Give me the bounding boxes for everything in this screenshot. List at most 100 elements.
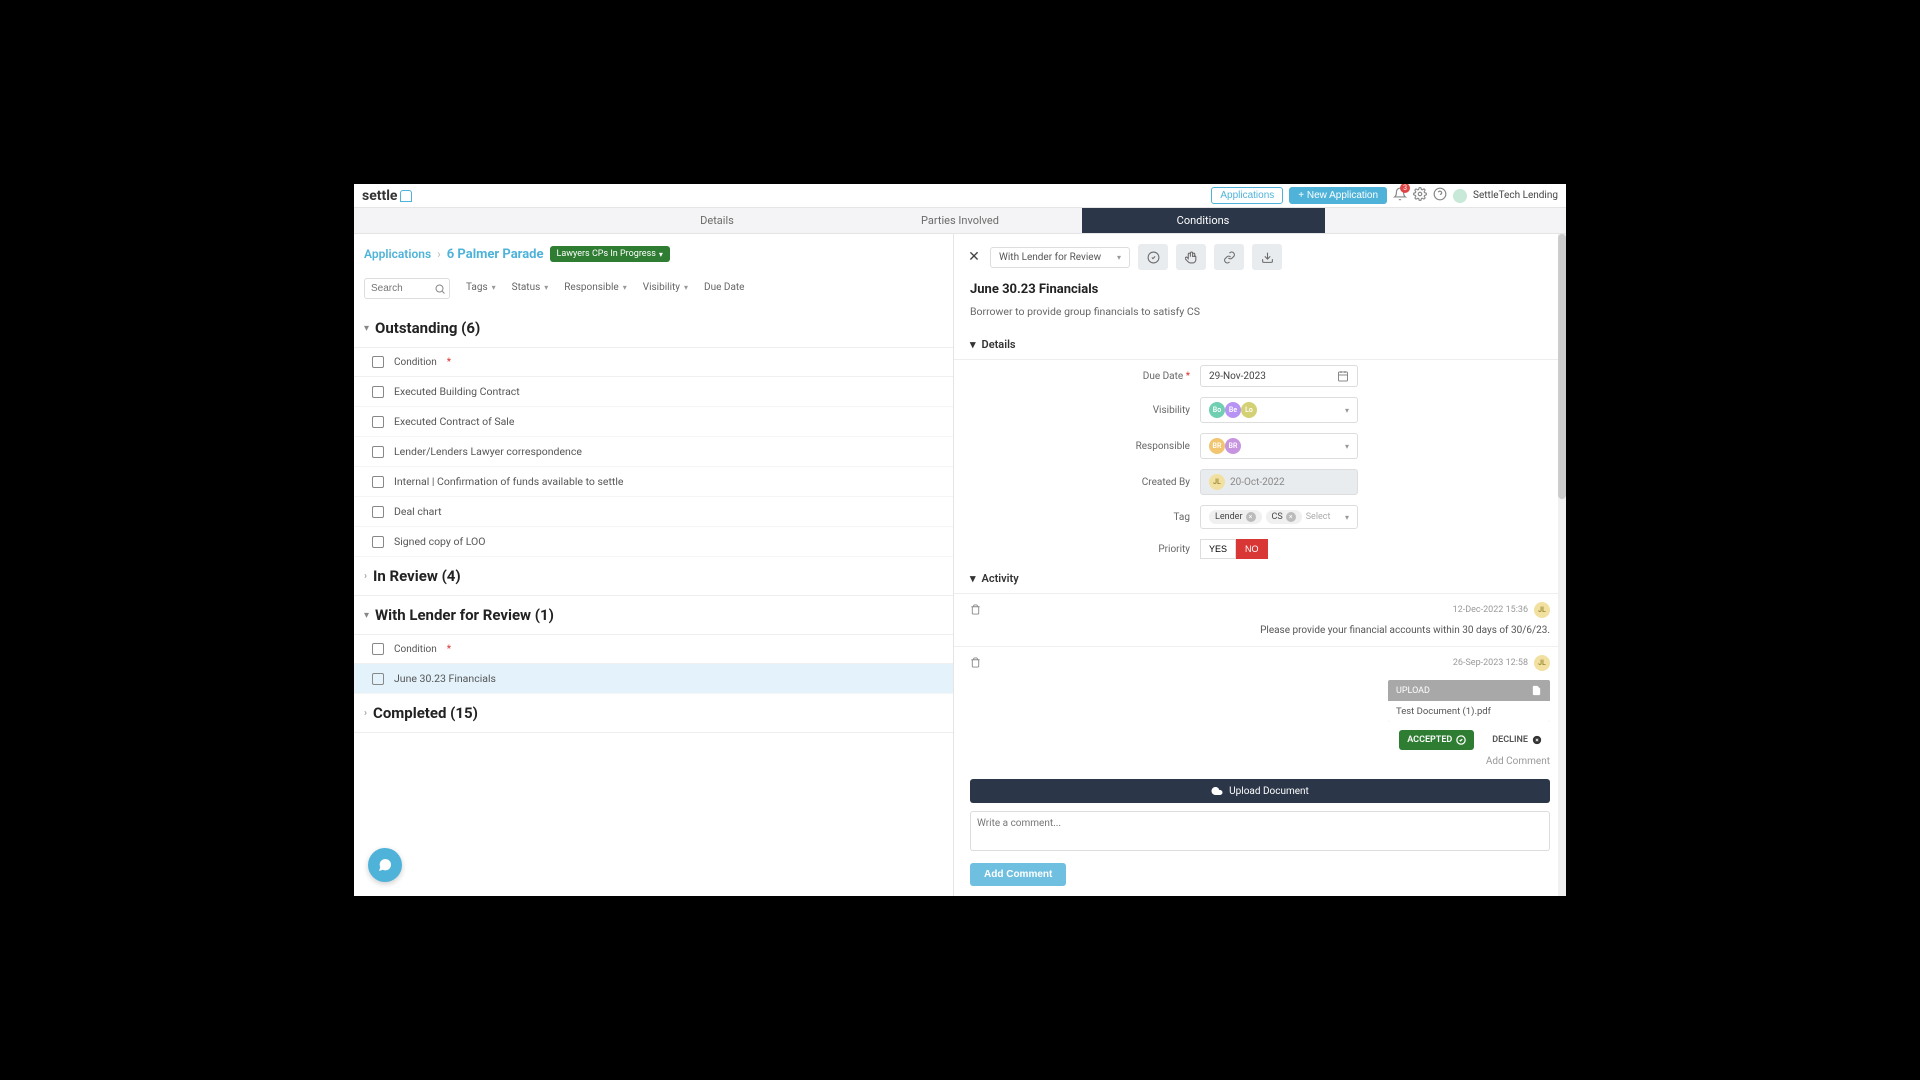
filter-row: Tags▾ Status▾ Responsible▾ Visibility▾ D… bbox=[354, 270, 953, 309]
scrollbar[interactable] bbox=[1558, 234, 1566, 896]
panel-title: Details bbox=[982, 338, 1016, 351]
chevron-down-icon: ▾ bbox=[492, 283, 496, 292]
condition-header: Condition* bbox=[354, 635, 953, 664]
help-button[interactable] bbox=[1433, 186, 1447, 205]
condition-name: Executed Building Contract bbox=[394, 385, 520, 398]
activity-panel-header[interactable]: ▾ Activity bbox=[954, 564, 1566, 594]
avatar-chip: Be bbox=[1225, 402, 1241, 418]
decline-button[interactable]: DECLINE bbox=[1484, 730, 1550, 750]
condition-row[interactable]: Internal | Confirmation of funds availab… bbox=[354, 467, 953, 497]
column-header: Condition bbox=[394, 357, 437, 368]
approve-button[interactable] bbox=[1138, 244, 1168, 270]
section-title: Completed (15) bbox=[373, 704, 478, 722]
section-title: Outstanding (6) bbox=[375, 319, 480, 337]
uploaded-file-name[interactable]: Test Document (1).pdf bbox=[1388, 701, 1550, 722]
priority-no-button[interactable]: NO bbox=[1236, 539, 1268, 559]
chevron-right-icon: › bbox=[364, 708, 367, 719]
tabs: Details Parties Involved Conditions bbox=[354, 208, 1566, 234]
upload-document-button[interactable]: Upload Document bbox=[970, 779, 1550, 803]
section-in-review[interactable]: › In Review (4) bbox=[354, 557, 953, 596]
condition-row[interactable]: Executed Contract of Sale bbox=[354, 407, 953, 437]
condition-status-dropdown[interactable]: With Lender for Review ▾ bbox=[990, 247, 1130, 268]
condition-row[interactable]: Executed Building Contract bbox=[354, 377, 953, 407]
org-name[interactable]: SettleTech Lending bbox=[1473, 190, 1558, 201]
section-completed[interactable]: › Completed (15) bbox=[354, 694, 953, 733]
checkbox[interactable] bbox=[372, 386, 384, 398]
filter-status[interactable]: Status▾ bbox=[512, 282, 549, 293]
panel-title: Activity bbox=[982, 572, 1019, 585]
select-all-checkbox[interactable] bbox=[372, 356, 384, 368]
applications-button[interactable]: Applications bbox=[1211, 187, 1283, 204]
details-panel-header[interactable]: ▾ Details bbox=[954, 330, 1566, 360]
remove-tag-icon[interactable]: × bbox=[1246, 512, 1256, 522]
breadcrumb-root[interactable]: Applications bbox=[364, 247, 431, 261]
right-toolbar: ✕ With Lender for Review ▾ bbox=[954, 234, 1566, 278]
upload-label: UPLOAD bbox=[1396, 686, 1430, 696]
tag-select[interactable]: Lender× CS× Select ▾ bbox=[1200, 505, 1358, 529]
tab-details[interactable]: Details bbox=[596, 208, 839, 233]
chevron-down-icon: ▾ bbox=[970, 572, 976, 585]
filter-due-date[interactable]: Due Date bbox=[704, 282, 744, 293]
due-date-row: Due Date * 29-Nov-2023 bbox=[954, 360, 1566, 392]
responsible-select[interactable]: BR BR ▾ bbox=[1200, 433, 1358, 459]
chat-widget-button[interactable] bbox=[368, 848, 402, 882]
activity-item: 26-Sep-2023 12:58JL UPLOAD Test Document… bbox=[954, 647, 1566, 771]
avatar-chip: JL bbox=[1534, 655, 1550, 671]
condition-row[interactable]: June 30.23 Financials bbox=[354, 664, 953, 694]
close-button[interactable]: ✕ bbox=[966, 249, 982, 265]
field-label: Tag bbox=[970, 512, 1190, 523]
filter-responsible[interactable]: Responsible▾ bbox=[564, 282, 626, 293]
section-with-lender[interactable]: ▾ With Lender for Review (1) bbox=[354, 596, 953, 635]
field-label: Due Date bbox=[1143, 371, 1183, 382]
tab-conditions[interactable]: Conditions bbox=[1082, 208, 1325, 233]
checkbox[interactable] bbox=[372, 506, 384, 518]
condition-description: Borrower to provide group financials to … bbox=[954, 301, 1566, 330]
download-button[interactable] bbox=[1252, 244, 1282, 270]
reject-button[interactable] bbox=[1176, 244, 1206, 270]
checkbox[interactable] bbox=[372, 446, 384, 458]
chevron-down-icon: ▾ bbox=[1345, 406, 1349, 415]
breadcrumb-title[interactable]: 6 Palmer Parade bbox=[447, 247, 544, 262]
created-by-row: Created By JL 20-Oct-2022 bbox=[954, 464, 1566, 500]
settings-button[interactable] bbox=[1413, 186, 1427, 205]
checkbox[interactable] bbox=[372, 476, 384, 488]
checkbox[interactable] bbox=[372, 536, 384, 548]
copy-link-button[interactable] bbox=[1214, 244, 1244, 270]
scrollbar-thumb[interactable] bbox=[1558, 234, 1566, 499]
select-all-checkbox[interactable] bbox=[372, 643, 384, 655]
notifications-button[interactable]: 3 bbox=[1393, 186, 1407, 205]
section-title: In Review (4) bbox=[373, 567, 461, 585]
section-outstanding[interactable]: ▾ Outstanding (6) bbox=[354, 309, 953, 348]
new-application-button[interactable]: + New Application bbox=[1289, 187, 1387, 204]
accepted-button[interactable]: ACCEPTED bbox=[1399, 730, 1474, 750]
created-by-value: 20-Oct-2022 bbox=[1230, 477, 1285, 488]
checkbox[interactable] bbox=[372, 416, 384, 428]
visibility-select[interactable]: Bo Be Lo ▾ bbox=[1200, 397, 1358, 423]
delete-activity-button[interactable] bbox=[970, 653, 981, 672]
right-pane: ✕ With Lender for Review ▾ June 30.23 Fi… bbox=[954, 234, 1566, 896]
add-comment-link[interactable]: Add Comment bbox=[970, 750, 1550, 767]
filter-visibility[interactable]: Visibility▾ bbox=[643, 282, 688, 293]
condition-title: June 30.23 Financials bbox=[954, 278, 1566, 301]
activity-item: 12-Dec-2022 15:36JL Please provide your … bbox=[954, 594, 1566, 647]
condition-row[interactable]: Deal chart bbox=[354, 497, 953, 527]
upload-card: UPLOAD Test Document (1).pdf bbox=[1388, 680, 1550, 722]
add-comment-button[interactable]: Add Comment bbox=[970, 863, 1066, 886]
comment-input[interactable] bbox=[970, 811, 1550, 851]
checkbox[interactable] bbox=[372, 673, 384, 685]
remove-tag-icon[interactable]: × bbox=[1286, 512, 1296, 522]
delete-activity-button[interactable] bbox=[970, 600, 981, 619]
due-date-input[interactable]: 29-Nov-2023 bbox=[1200, 365, 1358, 387]
filter-tags[interactable]: Tags▾ bbox=[466, 282, 496, 293]
priority-yes-button[interactable]: YES bbox=[1200, 539, 1236, 559]
calendar-icon bbox=[1337, 370, 1349, 382]
activity-list: 12-Dec-2022 15:36JL Please provide your … bbox=[954, 594, 1566, 771]
topbar: settle Applications + New Application 3 … bbox=[354, 184, 1566, 208]
chevron-down-icon: ▾ bbox=[623, 283, 627, 292]
application-status-dropdown[interactable]: Lawyers CPs In Progress ▾ bbox=[550, 246, 670, 262]
help-icon bbox=[1433, 187, 1447, 201]
field-label: Created By bbox=[970, 477, 1190, 488]
tab-parties-involved[interactable]: Parties Involved bbox=[839, 208, 1082, 233]
condition-row[interactable]: Lender/Lenders Lawyer correspondence bbox=[354, 437, 953, 467]
condition-row[interactable]: Signed copy of LOO bbox=[354, 527, 953, 557]
